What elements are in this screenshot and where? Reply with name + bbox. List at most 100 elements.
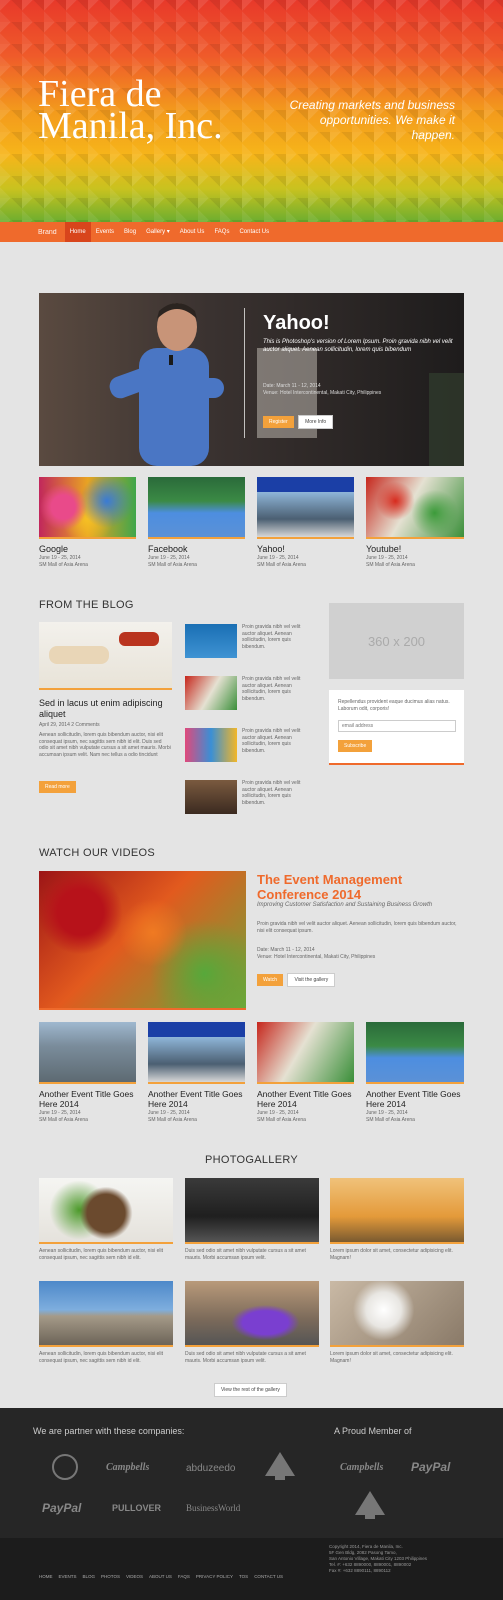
partner-logo-businessworld[interactable]: BusinessWorld — [186, 1503, 240, 1513]
featured-date: Date: March 11 - 12, 2014 — [263, 383, 321, 389]
blog-heading: FROM THE BLOG — [39, 599, 134, 611]
blog-main-title[interactable]: Sed in lacus ut enim adipiscing aliquet — [39, 698, 172, 720]
footer-link-home[interactable]: HOME — [39, 1574, 53, 1579]
gallery-caption: Aenean sollicitudin, lorem quis bibendum… — [39, 1351, 163, 1364]
nav-item-gallery[interactable]: Gallery ▾ — [141, 222, 175, 242]
gallery-caption: Duis sed odio sit amet nibh vulputate cu… — [185, 1351, 306, 1364]
member-logo-paypal[interactable]: PayPal — [411, 1460, 450, 1474]
newsletter-text: Repellendus provident eaque ducimus alia… — [338, 699, 450, 712]
hero-tagline: Creating markets and business opportunit… — [289, 98, 455, 142]
event-title: Facebook — [148, 544, 188, 554]
partner-logo-campbells[interactable]: Campbells — [106, 1462, 149, 1473]
gallery-item[interactable]: Aenean sollicitudin, lorem quis bibendum… — [39, 1281, 173, 1364]
featured-buttons: Register More Info — [263, 410, 334, 429]
video-card-title: Another Event Title Goes Here 2014 — [257, 1089, 352, 1109]
video-main-thumbnail[interactable] — [39, 871, 246, 1010]
member-logo-campbells[interactable]: Campbells — [340, 1462, 383, 1473]
video-title: The Event Management Conference 2014 — [257, 872, 403, 902]
video-thumbnail — [366, 1022, 464, 1084]
footer-fax: Fax #: +632 8890111, 8890112 — [329, 1568, 391, 1573]
event-card[interactable]: Youtube! June 19 - 25, 2014 SM Mall of A… — [366, 477, 464, 568]
video-card-date: June 19 - 25, 2014 — [366, 1110, 408, 1116]
gallery-item[interactable]: Lorem ipsum dolor sit amet, consectetur … — [330, 1281, 464, 1364]
footer-link-privacy[interactable]: PRIVACY POLICY — [196, 1574, 233, 1579]
gallery-caption: Lorem ipsum dolor sit amet, consectetur … — [330, 1248, 453, 1261]
nav-item-about[interactable]: About Us — [175, 222, 210, 242]
video-card[interactable]: Another Event Title Goes Here 2014 June … — [257, 1022, 354, 1123]
blog-side-text[interactable]: Proin gravida nibh vel velit auctor aliq… — [242, 728, 314, 754]
event-card[interactable]: Yahoo! June 19 - 25, 2014 SM Mall of Asi… — [257, 477, 354, 568]
gallery-image — [185, 1281, 319, 1347]
email-input[interactable] — [338, 720, 456, 732]
event-date: June 19 - 25, 2014 — [39, 555, 81, 561]
nav-brand[interactable]: Brand — [38, 229, 57, 236]
blog-side-text[interactable]: Proin gravida nibh vel velit auctor aliq… — [242, 676, 314, 702]
video-details: Date: March 11 - 12, 2014 Venue: Hotel I… — [257, 947, 375, 960]
nav-item-events[interactable]: Events — [91, 222, 119, 242]
video-thumbnail — [257, 1022, 354, 1084]
blog-side-thumb — [185, 676, 237, 710]
event-card[interactable]: Google June 19 - 25, 2014 SM Mall of Asi… — [39, 477, 136, 568]
partner-logo-abduzeedo[interactable]: abduzeedo — [186, 1463, 236, 1474]
nav-item-contact[interactable]: Contact Us — [234, 222, 274, 242]
nav-item-faqs[interactable]: FAQs — [209, 222, 234, 242]
video-card[interactable]: Another Event Title Goes Here 2014 June … — [366, 1022, 464, 1123]
more-info-button[interactable]: More Info — [298, 415, 334, 429]
member-triangle-logo — [355, 1491, 385, 1519]
gallery-item[interactable]: Duis sed odio sit amet nibh vulputate cu… — [185, 1178, 319, 1261]
view-gallery-button[interactable]: View the rest of the gallery — [214, 1383, 287, 1397]
footer-link-contact[interactable]: CONTACT US — [254, 1574, 283, 1579]
video-card-venue: SM Mall of Asia Arena — [39, 1117, 88, 1123]
read-more-button[interactable]: Read more — [39, 781, 76, 793]
footer-link-tos[interactable]: TOS — [239, 1574, 248, 1579]
blog-main-image — [39, 622, 172, 690]
video-thumbnail — [148, 1022, 245, 1084]
partner-logo-pullover[interactable]: PULLOVER — [112, 1503, 161, 1513]
event-date: June 19 - 25, 2014 — [366, 555, 408, 561]
subscribe-button[interactable]: Subscribe — [338, 740, 373, 752]
ad-placeholder: 360 x 200 — [329, 603, 464, 679]
partners-heading: We are partner with these companies: — [33, 1426, 185, 1436]
blog-side-text[interactable]: Proin gravida nibh vel velit auctor aliq… — [242, 780, 314, 806]
event-card[interactable]: Facebook June 19 - 25, 2014 SM Mall of A… — [148, 477, 245, 568]
footer-link-faqs[interactable]: FAQS — [178, 1574, 190, 1579]
gallery-item[interactable]: Duis sed odio sit amet nibh vulputate cu… — [185, 1281, 319, 1364]
video-buttons: Watch Visit the gallery — [257, 968, 336, 987]
visit-gallery-button[interactable]: Visit the gallery — [287, 973, 336, 987]
event-venue: SM Mall of Asia Arena — [148, 562, 197, 568]
footer-link-blog[interactable]: BLOG — [83, 1574, 96, 1579]
gallery-caption: Duis sed odio sit amet nibh vulputate cu… — [185, 1248, 306, 1261]
event-thumbnail — [366, 477, 464, 539]
footer-link-about[interactable]: ABOUT US — [149, 1574, 172, 1579]
footer-link-events[interactable]: EVENTS — [59, 1574, 77, 1579]
watch-button[interactable]: Watch — [257, 974, 283, 986]
gallery-caption: Aenean sollicitudin, lorem quis bibendum… — [39, 1248, 163, 1261]
video-subtitle: Improving Customer Satisfaction and Sust… — [257, 902, 433, 908]
footer-link-videos[interactable]: VIDEOS — [126, 1574, 143, 1579]
video-card-title: Another Event Title Goes Here 2014 — [148, 1089, 243, 1109]
gallery-item[interactable]: Aenean sollicitudin, lorem quis bibendum… — [39, 1178, 173, 1261]
blog-side-text[interactable]: Proin gravida nibh vel velit auctor aliq… — [242, 624, 314, 650]
gallery-image — [330, 1281, 464, 1347]
partners-section: We are partner with these companies: A P… — [0, 1408, 503, 1538]
video-card[interactable]: Another Event Title Goes Here 2014 June … — [148, 1022, 245, 1123]
event-date: June 19 - 25, 2014 — [148, 555, 190, 561]
event-venue: SM Mall of Asia Arena — [39, 562, 88, 568]
footer-links: HOME EVENTS BLOG PHOTOS VIDEOS ABOUT US … — [39, 1574, 283, 1579]
speaker-photo — [109, 303, 224, 466]
nav-item-home[interactable]: Home — [64, 222, 91, 242]
video-card-title: Another Event Title Goes Here 2014 — [39, 1089, 134, 1109]
partner-logo-paypal[interactable]: PayPal — [42, 1501, 81, 1515]
footer-link-photos[interactable]: PHOTOS — [101, 1574, 120, 1579]
register-button[interactable]: Register — [263, 416, 294, 428]
gallery-caption: Lorem ipsum dolor sit amet, consectetur … — [330, 1351, 453, 1364]
event-title: Youtube! — [366, 544, 402, 554]
nav-item-blog[interactable]: Blog — [119, 222, 141, 242]
event-venue: SM Mall of Asia Arena — [366, 562, 415, 568]
partner-triangle-logo — [265, 1452, 295, 1480]
event-title: Google — [39, 544, 69, 554]
event-date: June 19 - 25, 2014 — [257, 555, 299, 561]
video-card[interactable]: Another Event Title Goes Here 2014 June … — [39, 1022, 136, 1123]
gallery-item[interactable]: Lorem ipsum dolor sit amet, consectetur … — [330, 1178, 464, 1261]
event-thumbnail — [39, 477, 136, 539]
